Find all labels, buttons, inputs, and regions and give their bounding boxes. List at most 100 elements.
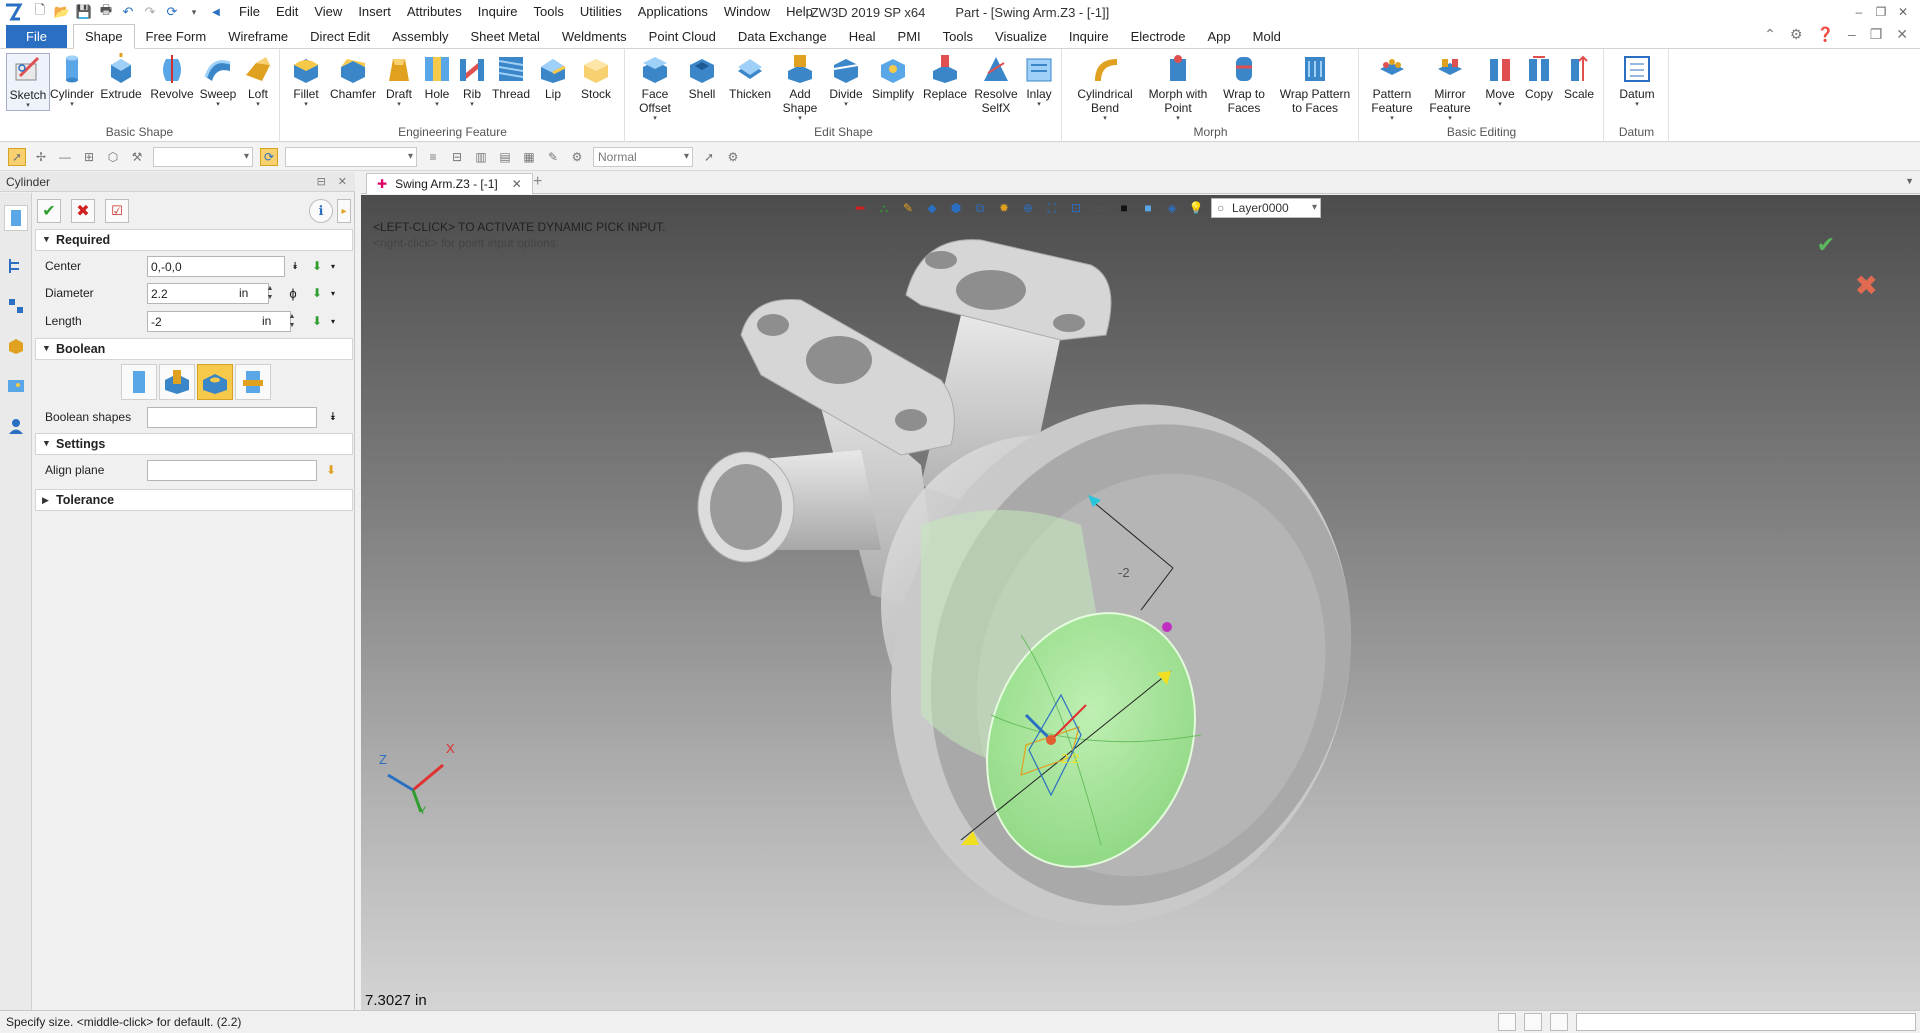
model-scene[interactable] bbox=[361, 195, 1920, 1010]
cancel-button[interactable]: ✖ bbox=[71, 199, 95, 223]
apply-button[interactable]: ☑ bbox=[105, 199, 129, 223]
qa-dropdown-icon[interactable]: ▾ bbox=[185, 3, 203, 21]
viewport-cancel-icon[interactable]: ✖ bbox=[1855, 269, 1878, 302]
menu-window[interactable]: Window bbox=[716, 0, 778, 24]
vtab-part-icon[interactable] bbox=[4, 333, 28, 359]
section-tolerance[interactable]: Tolerance bbox=[35, 489, 353, 511]
refresh-filter-icon[interactable]: ⟳ bbox=[260, 147, 278, 166]
tab-mold[interactable]: Mold bbox=[1242, 25, 1292, 48]
grid-snap-icon[interactable]: ⊞ bbox=[80, 148, 98, 166]
pick-plane-icon[interactable]: ⬇ bbox=[323, 462, 339, 478]
vtab-user-icon[interactable] bbox=[4, 413, 28, 439]
shape-filter-icon[interactable]: ⬡ bbox=[104, 148, 122, 166]
pattern-feature-button[interactable]: Pattern Feature ▾ bbox=[1364, 53, 1420, 123]
camera-icon[interactable]: ⧉ bbox=[971, 199, 989, 217]
menu-edit[interactable]: Edit bbox=[268, 0, 306, 24]
close-icon[interactable]: ✕ bbox=[1892, 0, 1914, 24]
bar-icon[interactable]: ▦ bbox=[520, 148, 538, 166]
menu-help[interactable]: Help bbox=[778, 0, 821, 24]
dim-length-label[interactable]: -2 bbox=[1118, 565, 1130, 580]
doc-close-icon[interactable]: ✕ bbox=[1896, 26, 1908, 43]
tab-weldments[interactable]: Weldments bbox=[551, 25, 638, 48]
fillet-button[interactable]: Fillet ▾ bbox=[285, 53, 327, 109]
style-icon[interactable]: ◈ bbox=[1163, 199, 1181, 217]
filter-select[interactable] bbox=[153, 146, 253, 167]
section-required[interactable]: Required bbox=[35, 229, 353, 251]
wrap-to-faces-button[interactable]: Wrap to Faces bbox=[1215, 53, 1273, 115]
move-button[interactable]: Move ▾ bbox=[1480, 53, 1520, 109]
draft-button[interactable]: Draft ▾ bbox=[379, 53, 419, 109]
redo-icon[interactable]: ↷ bbox=[141, 3, 159, 21]
arrow-pick-icon[interactable]: ➚ bbox=[700, 148, 718, 166]
tab-shape[interactable]: Shape bbox=[72, 24, 135, 49]
status-layout-icon[interactable] bbox=[1550, 1013, 1568, 1031]
print-icon[interactable]: 🖶 bbox=[97, 2, 115, 21]
exit-arrow-icon[interactable]: ⬅ bbox=[851, 199, 869, 217]
hole-button[interactable]: Hole ▾ bbox=[419, 53, 455, 109]
mirror-feature-button[interactable]: Mirror Feature ▾ bbox=[1422, 53, 1478, 123]
pick-size-icon[interactable]: ⬇ bbox=[309, 285, 325, 301]
tab-electrode[interactable]: Electrode bbox=[1120, 25, 1197, 48]
doc-restore-icon[interactable]: ❐ bbox=[1870, 26, 1883, 43]
refresh-icon[interactable]: ⟳ bbox=[163, 3, 181, 21]
background-icon[interactable]: ■ bbox=[1115, 199, 1133, 217]
pick-select[interactable] bbox=[285, 146, 417, 167]
tab-inquire[interactable]: Inquire bbox=[1058, 25, 1120, 48]
shell-button[interactable]: Shell bbox=[680, 53, 724, 101]
zoom-icon[interactable]: ⊕ bbox=[1019, 199, 1037, 217]
vtab-feature-icon[interactable] bbox=[4, 205, 28, 231]
tab-tools[interactable]: Tools bbox=[932, 25, 984, 48]
gear-small-icon[interactable]: ⚙ bbox=[724, 148, 742, 166]
simplify-button[interactable]: Simplify bbox=[868, 53, 918, 101]
boolean-add-icon[interactable] bbox=[159, 364, 195, 400]
menu-view[interactable]: View bbox=[306, 0, 350, 24]
tab-wireframe[interactable]: Wireframe bbox=[217, 25, 299, 48]
inlay-button[interactable]: Inlay ▾ bbox=[1020, 53, 1058, 109]
pick-length-icon[interactable]: ⬇ bbox=[309, 313, 325, 329]
length-spinner[interactable]: ▲ ▼ bbox=[287, 312, 297, 331]
diameter-spinner[interactable]: ▲ ▼ bbox=[265, 284, 275, 303]
panel-pin-icon[interactable]: ⊟ bbox=[317, 172, 326, 192]
cylindrical-bend-button[interactable]: Cylindrical Bend ▾ bbox=[1069, 53, 1141, 123]
cylinder-button[interactable]: Cylinder ▾ bbox=[50, 53, 94, 109]
status-screen-icon[interactable] bbox=[1524, 1013, 1542, 1031]
back-icon[interactable]: ◀ bbox=[207, 3, 225, 21]
menu-inquire[interactable]: Inquire bbox=[470, 0, 526, 24]
face-offset-button[interactable]: Face Offset ▾ bbox=[630, 53, 680, 123]
filter-icon[interactable]: ✢ bbox=[32, 148, 50, 166]
table-icon[interactable]: ▤ bbox=[496, 148, 514, 166]
render-mode-icon[interactable]: ⚙ bbox=[568, 148, 586, 166]
diameter-symbol-icon[interactable]: ϕ bbox=[285, 285, 301, 301]
tab-data-exchange[interactable]: Data Exchange bbox=[727, 25, 838, 48]
stock-button[interactable]: Stock bbox=[573, 53, 619, 101]
resolve-selfx-button[interactable]: Resolve SelfX bbox=[972, 53, 1020, 115]
tack-icon[interactable]: ✎ bbox=[544, 148, 562, 166]
display-icon[interactable]: ▭ bbox=[1091, 199, 1109, 217]
tab-point-cloud[interactable]: Point Cloud bbox=[638, 25, 727, 48]
command-input[interactable] bbox=[1576, 1013, 1916, 1031]
shaded-icon[interactable]: ◆ bbox=[923, 199, 941, 217]
extrude-button[interactable]: Extrude bbox=[96, 53, 146, 101]
3d-viewport[interactable]: -2 2.2 ⬅ ⛬ ✎ ◆ ⬢ ⧉ ✹ ⊕ ⛶ ⊡ ▭ ■ ■ ◈ 💡 Lay… bbox=[361, 195, 1920, 1010]
menu-insert[interactable]: Insert bbox=[350, 0, 399, 24]
view-cube-icon[interactable]: ⬢ bbox=[947, 199, 965, 217]
center-input[interactable] bbox=[147, 256, 285, 277]
render-mode-select[interactable]: Normal bbox=[593, 146, 693, 167]
dim-diameter-label[interactable]: 2.2 bbox=[1061, 751, 1079, 766]
info-button[interactable]: ℹ bbox=[309, 199, 333, 223]
copy-button[interactable]: Copy bbox=[1520, 53, 1558, 101]
wrap-pattern-to-faces-button[interactable]: Wrap Pattern to Faces bbox=[1275, 53, 1355, 115]
vtab-history-icon[interactable] bbox=[4, 253, 28, 279]
pick-dropdown-icon[interactable]: ▾ bbox=[325, 285, 341, 301]
minimize-icon[interactable]: – bbox=[1848, 0, 1870, 24]
status-view-icon[interactable] bbox=[1498, 1013, 1516, 1031]
boolean-shapes-input[interactable] bbox=[147, 407, 317, 428]
thread-button[interactable]: Thread bbox=[489, 53, 533, 101]
expand-options-icon[interactable]: ⯯ bbox=[287, 258, 303, 274]
settings-gear-icon[interactable]: ⚙ bbox=[1790, 26, 1803, 43]
viewport-confirm-icon[interactable]: ✔ bbox=[1817, 232, 1835, 258]
section-settings[interactable]: Settings bbox=[35, 433, 353, 455]
menu-utilities[interactable]: Utilities bbox=[572, 0, 630, 24]
add-shape-button[interactable]: Add Shape ▾ bbox=[776, 53, 824, 123]
document-tab[interactable]: ✚ Swing Arm.Z3 - [-1] ✕ bbox=[366, 173, 533, 194]
